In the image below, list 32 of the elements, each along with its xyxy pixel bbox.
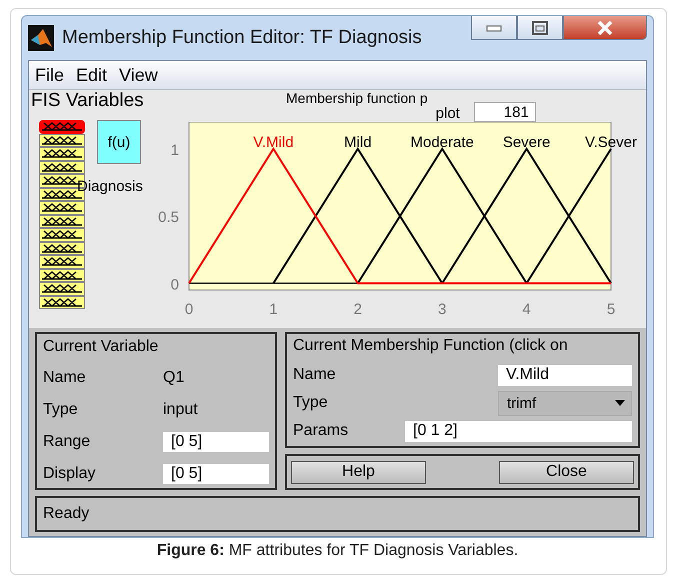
panel-title: Current Variable	[43, 338, 160, 356]
status-text: Ready	[43, 505, 90, 523]
panel-title: Current Membership Function (click on	[293, 337, 569, 355]
membership-label: Severe	[502, 134, 550, 151]
y-tick-label: 1	[170, 142, 179, 159]
membership-label: V.Sever	[585, 134, 637, 151]
variable-type: input	[163, 401, 198, 419]
figure-caption: Figure 6: MF attributes for TF Diagnosis Variables.	[156, 542, 520, 560]
output-variable-name: Diagnosis	[77, 178, 143, 195]
variable-name: Q1	[163, 369, 184, 387]
x-tick-label: 3	[438, 301, 446, 318]
y-tick-label: 0.5	[158, 209, 179, 226]
plot-points-label: plot	[436, 105, 460, 122]
x-tick-label: 0	[184, 301, 194, 318]
field-label: Range	[43, 433, 92, 451]
membership-label: V.Mild	[253, 134, 294, 151]
field-label: Type	[43, 401, 79, 419]
field-label: Name	[43, 369, 87, 387]
x-tick-label: 2	[354, 301, 362, 318]
membership-label: Mild	[344, 134, 372, 151]
y-tick-label: 0	[170, 276, 179, 294]
x-tick-label: 4	[522, 301, 531, 318]
field-label: Name	[293, 366, 337, 384]
membership-label: Moderate	[410, 134, 474, 151]
field-label: Params	[293, 422, 350, 440]
field-label: Type	[293, 394, 329, 412]
field-label: Display	[43, 465, 96, 483]
x-tick-label: 5	[606, 301, 616, 318]
x-tick-label: 1	[269, 301, 278, 318]
plot-title: Membership function p	[286, 90, 428, 106]
window-title: Membership Function Editor: TF Diagnosis	[62, 27, 422, 49]
fis-variables-title: FIS Variables	[31, 90, 145, 112]
